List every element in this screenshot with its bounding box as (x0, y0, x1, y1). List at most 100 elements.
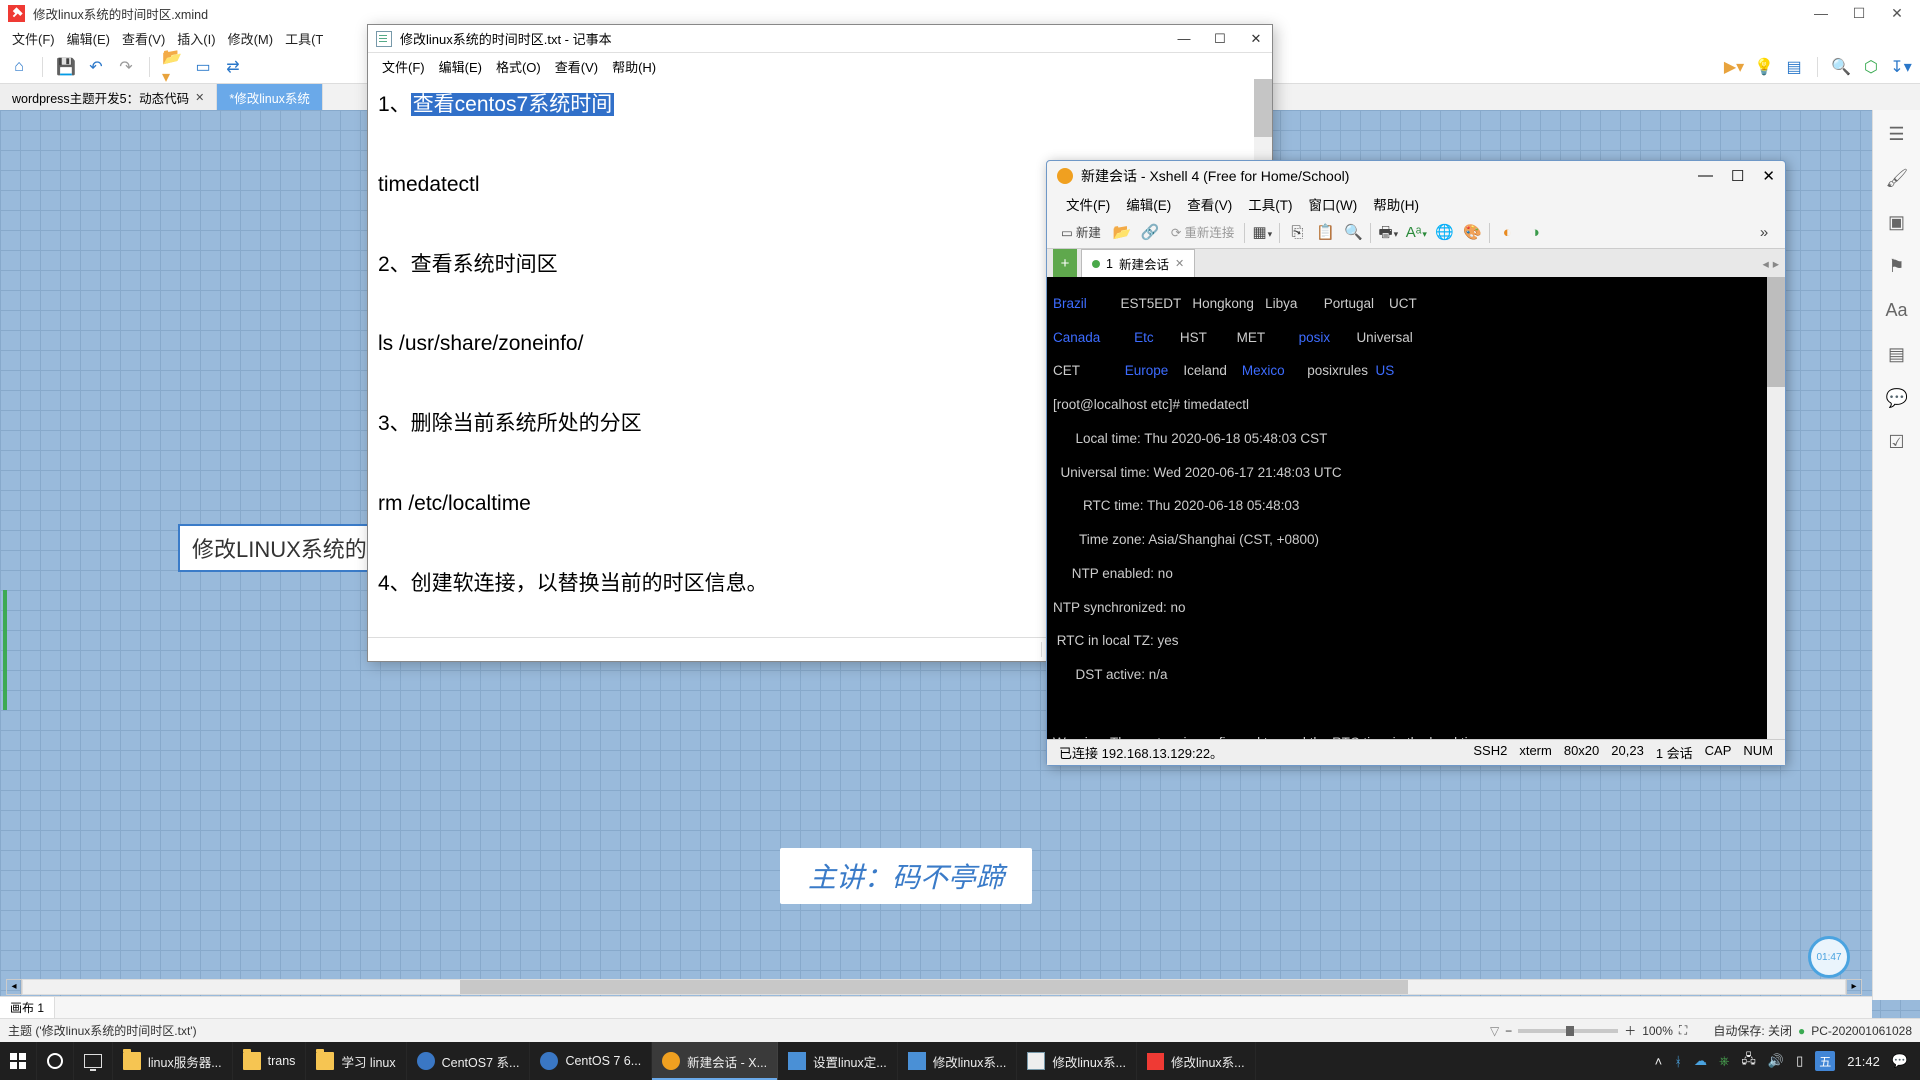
scroll-left-icon[interactable]: ◂ (6, 979, 22, 995)
maximize-icon[interactable]: ☐ (1731, 167, 1744, 185)
taskbar-item[interactable]: trans (233, 1042, 307, 1080)
bluetooth-icon[interactable]: ᚼ (1674, 1054, 1682, 1069)
image-icon[interactable]: ▣ (1886, 212, 1908, 234)
close-icon[interactable]: ✕ (1890, 5, 1904, 22)
cortana-button[interactable] (37, 1042, 74, 1080)
taskbar-item[interactable]: 修改linux系... (1137, 1042, 1256, 1080)
horizontal-scrollbar[interactable]: ◂ ▸ (6, 978, 1862, 996)
battery-icon[interactable]: ▯ (1796, 1053, 1803, 1069)
menu-view[interactable]: 查看(V) (549, 55, 604, 78)
menu-edit[interactable]: 编辑(E) (63, 27, 114, 50)
flag-icon[interactable]: ⚑ (1886, 256, 1908, 278)
close-icon[interactable]: ✕ (1762, 167, 1775, 185)
properties-icon[interactable]: ▦ (1251, 222, 1273, 244)
overflow-icon[interactable]: » (1753, 222, 1775, 244)
clock[interactable]: 21:42 (1847, 1054, 1880, 1069)
zoom-in-icon[interactable]: ＋ (1624, 1022, 1636, 1039)
timer-badge[interactable]: 01:47 (1808, 936, 1850, 978)
taskbar-item-active[interactable]: 新建会话 - X... (652, 1042, 778, 1080)
tab-prev-icon[interactable]: ◂ (1762, 256, 1768, 271)
ime-icon[interactable]: 五 (1815, 1051, 1835, 1071)
comment-icon[interactable]: 💬 (1886, 388, 1908, 410)
onedrive-icon[interactable]: ☁ (1694, 1053, 1707, 1069)
xmind-titlebar[interactable]: 修改linux系统的时间时区.xmind — ☐ ✕ (0, 0, 1920, 26)
gantt-icon[interactable]: ▤ (1783, 56, 1805, 78)
color-icon[interactable]: 🎨 (1461, 222, 1483, 244)
menu-view[interactable]: 查看(V) (1180, 192, 1239, 216)
folder-open-icon[interactable]: 📂▾ (162, 56, 184, 78)
notes-icon[interactable]: ▤ (1886, 344, 1908, 366)
menu-help[interactable]: 帮助(H) (1366, 192, 1426, 216)
font-icon[interactable]: Aᵃ (1405, 222, 1427, 244)
task-icon[interactable]: ☑ (1886, 432, 1908, 454)
link-icon[interactable]: ⇄ (222, 56, 244, 78)
taskview-button[interactable] (74, 1042, 113, 1080)
redo-icon[interactable]: ↷ (115, 56, 137, 78)
subtitle-node[interactable]: 主讲：码不亭蹄 (780, 848, 1032, 904)
taskbar-item[interactable]: 修改linux系... (1017, 1042, 1137, 1080)
menu-help[interactable]: 帮助(H) (606, 55, 662, 78)
scroll-thumb[interactable] (460, 980, 1407, 994)
home-icon[interactable]: ⌂ (8, 56, 30, 78)
lightbulb-icon[interactable]: 💡 (1753, 56, 1775, 78)
menu-edit[interactable]: 编辑(E) (433, 55, 488, 78)
xshell-icon[interactable]: ◐ (1496, 222, 1518, 244)
play-icon[interactable]: ▶▾ (1723, 56, 1745, 78)
taskbar-item[interactable]: 设置linux定... (778, 1042, 898, 1080)
menu-tools[interactable]: 工具(T (281, 27, 327, 50)
menu-format[interactable]: 格式(O) (490, 55, 547, 78)
scroll-right-icon[interactable]: ▸ (1846, 979, 1862, 995)
minimize-icon[interactable]: — (1814, 5, 1828, 22)
menu-window[interactable]: 窗口(W) (1302, 192, 1365, 216)
network-icon[interactable]: 🖧 (1741, 1050, 1756, 1072)
undo-icon[interactable]: ↶ (85, 56, 107, 78)
copy-icon[interactable]: ⎘ (1286, 222, 1308, 244)
security-icon[interactable]: ⎈ (1719, 1053, 1729, 1069)
tray-chevron-icon[interactable]: ˄ (1655, 1054, 1663, 1069)
save-icon[interactable]: 💾 (55, 56, 77, 78)
xshell-window[interactable]: 新建会话 - Xshell 4 (Free for Home/School) —… (1046, 160, 1786, 766)
zoom-value[interactable]: 100% (1642, 1024, 1673, 1038)
document-tab[interactable]: wordpress主题开发5：动态代码 ✕ (0, 84, 217, 110)
notifications-icon[interactable]: 💬 (1892, 1053, 1908, 1069)
sheet-tab[interactable]: 画布 1 (0, 997, 55, 1018)
find-icon[interactable]: 🔍 (1342, 222, 1364, 244)
link-icon[interactable]: 🔗 (1139, 222, 1161, 244)
menu-file[interactable]: 文件(F) (8, 27, 59, 50)
taskbar-item[interactable]: 修改linux系... (898, 1042, 1018, 1080)
start-button[interactable] (0, 1042, 37, 1080)
zoom-slider[interactable] (1518, 1029, 1618, 1033)
taskbar-item[interactable]: 学习 linux (306, 1042, 406, 1080)
topic-node[interactable]: 修改LINUX系统的 (178, 524, 381, 572)
outline-icon[interactable]: ☰ (1886, 124, 1908, 146)
insert-icon[interactable]: ▭ (192, 56, 214, 78)
menu-file[interactable]: 文件(F) (1059, 192, 1117, 216)
menu-modify[interactable]: 修改(M) (224, 27, 278, 50)
taskbar-item[interactable]: CentOS 7 6... (530, 1042, 652, 1080)
open-icon[interactable]: 📂 (1111, 222, 1133, 244)
new-session-button[interactable]: ▭新建 (1057, 222, 1105, 244)
document-tab-active[interactable]: *修改linux系统 (217, 84, 323, 110)
zoom-out-icon[interactable]: − (1505, 1024, 1512, 1038)
notepad-titlebar[interactable]: 修改linux系统的时间时区.txt - 记事本 — ☐ ✕ (368, 25, 1272, 53)
globe-icon[interactable]: 🌐 (1433, 222, 1455, 244)
minimize-icon[interactable]: — (1176, 31, 1192, 47)
export-icon[interactable]: ↧▾ (1890, 56, 1912, 78)
session-tab[interactable]: 1 新建会话 ✕ (1081, 249, 1195, 277)
maximize-icon[interactable]: ☐ (1852, 5, 1866, 22)
print-icon[interactable]: 🖶 (1377, 222, 1399, 244)
volume-icon[interactable]: 🔊 (1768, 1053, 1784, 1069)
menu-tools[interactable]: 工具(T) (1241, 192, 1299, 216)
xshell-titlebar[interactable]: 新建会话 - Xshell 4 (Free for Home/School) —… (1047, 161, 1785, 191)
reconnect-button[interactable]: ⟳重新连接 (1167, 222, 1239, 244)
taskbar-item[interactable]: CentOS7 系... (407, 1042, 531, 1080)
menu-file[interactable]: 文件(F) (376, 55, 431, 78)
terminal-scrollbar[interactable] (1767, 277, 1785, 739)
filter-icon[interactable]: ▽ (1490, 1024, 1499, 1038)
close-icon[interactable]: ✕ (1248, 31, 1264, 47)
taskbar-item[interactable]: linux服务器... (113, 1042, 233, 1080)
terminal[interactable]: Brazil EST5EDT Hongkong Libya Portugal U… (1047, 277, 1785, 739)
tab-next-icon[interactable]: ▸ (1773, 256, 1779, 271)
brush-icon[interactable]: 🖌 (1886, 168, 1908, 190)
minimize-icon[interactable]: — (1698, 167, 1713, 185)
